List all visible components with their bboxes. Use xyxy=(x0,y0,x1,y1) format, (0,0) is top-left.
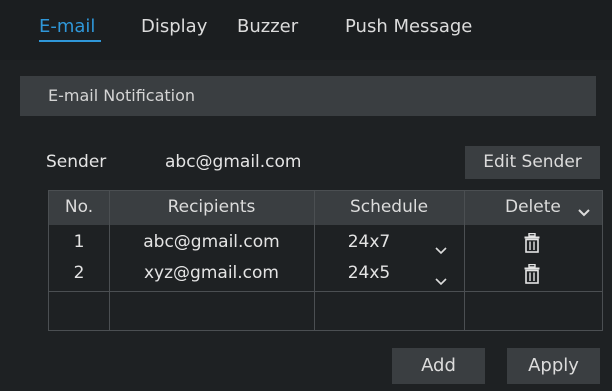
sender-value: abc@gmail.com xyxy=(165,152,302,172)
tab-buzzer[interactable]: Buzzer xyxy=(237,16,298,37)
section-title: E-mail Notification xyxy=(48,86,196,105)
header-schedule: Schedule xyxy=(349,197,429,217)
recipient-email: abc@gmail.com xyxy=(143,232,280,252)
row-number: 2 xyxy=(73,263,85,283)
header-recipients: Recipients xyxy=(167,197,256,217)
schedule-select[interactable]: 24x7 xyxy=(314,232,424,252)
add-button[interactable]: Add xyxy=(392,348,485,384)
recipient-email: xyz@gmail.com xyxy=(144,263,279,283)
tab-email[interactable]: E-mail xyxy=(39,16,95,37)
schedule-select[interactable]: 24x5 xyxy=(314,263,424,283)
column-divider xyxy=(464,191,465,330)
chevron-down-icon[interactable] xyxy=(435,240,447,259)
row-number: 1 xyxy=(73,232,85,252)
apply-button[interactable]: Apply xyxy=(507,348,600,384)
active-tab-indicator xyxy=(39,40,101,42)
header-no: No. xyxy=(64,197,94,217)
row-divider xyxy=(49,291,602,292)
recipients-table: No. Recipients Schedule Delete 1 abc@gma… xyxy=(48,190,603,331)
table-header: No. Recipients Schedule Delete xyxy=(49,191,602,225)
trash-icon[interactable] xyxy=(524,232,540,257)
tab-bar: E-mail Display Buzzer Push Message xyxy=(0,0,612,60)
column-divider xyxy=(109,191,110,330)
section-header: E-mail Notification xyxy=(20,76,596,116)
tab-push-message[interactable]: Push Message xyxy=(345,16,472,37)
tab-display[interactable]: Display xyxy=(141,16,207,37)
chevron-down-icon[interactable] xyxy=(577,203,591,222)
column-divider xyxy=(314,191,315,330)
chevron-down-icon[interactable] xyxy=(435,271,447,290)
edit-sender-button[interactable]: Edit Sender xyxy=(465,146,600,179)
sender-label: Sender xyxy=(46,152,107,172)
trash-icon[interactable] xyxy=(524,263,540,288)
